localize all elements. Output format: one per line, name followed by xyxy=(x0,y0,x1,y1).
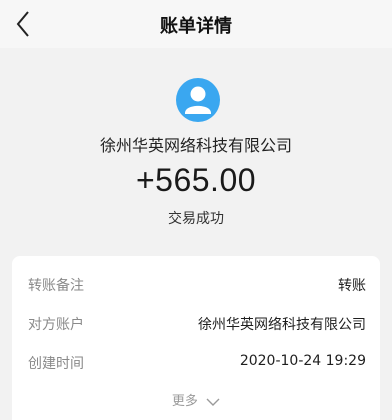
avatar xyxy=(176,78,220,122)
page-title: 账单详情 xyxy=(160,16,232,37)
detail-value: 转账 xyxy=(338,278,366,294)
detail-row-created-time: 创建时间 2020-10-24 19:29 xyxy=(28,347,366,377)
detail-label: 转账备注 xyxy=(28,278,84,294)
detail-label: 创建时间 xyxy=(28,356,84,372)
transaction-amount: +565.00 xyxy=(135,162,257,198)
detail-row-counterparty: 对方账户 徐州华英网络科技有限公司 xyxy=(28,308,366,338)
chevron-down-icon xyxy=(206,398,220,406)
more-button[interactable]: 更多 xyxy=(12,390,380,409)
detail-label: 对方账户 xyxy=(28,317,84,333)
detail-row-remark: 转账备注 转账 xyxy=(28,269,366,299)
detail-value: 2020-10-24 19:29 xyxy=(239,353,366,369)
more-label: 更多 xyxy=(171,394,198,409)
detail-value: 徐州华英网络科技有限公司 xyxy=(198,317,366,333)
payee-name: 徐州华英网络科技有限公司 xyxy=(99,136,292,155)
transaction-summary: 徐州华英网络科技有限公司 +565.00 交易成功 xyxy=(0,48,392,248)
user-avatar-icon xyxy=(185,86,211,114)
navigation-bar: 账单详情 xyxy=(0,0,392,48)
details-card: 转账备注 转账 对方账户 徐州华英网络科技有限公司 创建时间 2020-10-2… xyxy=(12,256,380,420)
transaction-status: 交易成功 xyxy=(168,211,224,227)
